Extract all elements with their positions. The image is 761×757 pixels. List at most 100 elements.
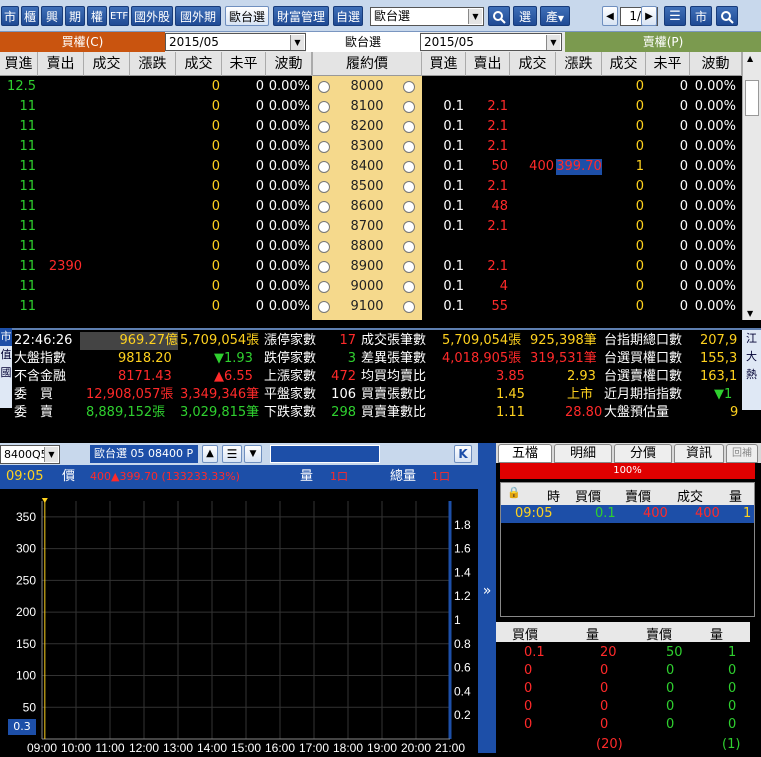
table-row[interactable]: 11 0 0 0.00% 0 0 0.00% 8800 [0, 237, 742, 257]
product-menu-button[interactable]: 產▼ [540, 6, 570, 26]
put-last[interactable] [496, 117, 554, 137]
put-last[interactable] [496, 257, 554, 277]
contract-select[interactable]: 8400Q5.2 ▼ [0, 445, 60, 464]
col-put-volume[interactable]: 成交 [602, 52, 646, 76]
call-iv[interactable]: 0.00% [252, 77, 310, 97]
call-ask[interactable] [24, 157, 82, 177]
table-row[interactable]: 11 0 0 0.00% 0.1 55 0 0 0.00% 9100 [0, 297, 742, 317]
side-tab-value[interactable]: 值 [0, 346, 12, 364]
put-change[interactable] [556, 97, 602, 117]
col-call-bid[interactable]: 買進 [0, 52, 38, 76]
put-change[interactable] [556, 297, 602, 317]
put-last[interactable] [496, 137, 554, 157]
tab-info[interactable]: 資訊 [674, 444, 724, 463]
foreign-stock-button[interactable]: 國外股 [131, 6, 173, 26]
up-arrow-icon[interactable]: ▲ [202, 445, 218, 463]
tab-refill[interactable]: 回補 [726, 444, 758, 463]
call-ask[interactable]: 2390 [24, 257, 82, 277]
table-row[interactable]: 11 0 0 0.00% 0.1 2.1 0 0 0.00% 8100 [0, 97, 742, 117]
put-change[interactable] [556, 217, 602, 237]
market-otc-button[interactable]: 櫃 [21, 6, 39, 26]
put-iv[interactable]: 0.00% [678, 157, 736, 177]
put-iv[interactable]: 0.00% [678, 197, 736, 217]
market-button[interactable]: 市 [690, 6, 712, 26]
table-row[interactable]: 11 0 0 0.00% 0.1 2.1 0 0 0.00% 8200 [0, 117, 742, 137]
side-tab-hot[interactable]: 熱 [742, 366, 761, 384]
put-change[interactable]: 399.70 [556, 159, 602, 175]
settings-list-icon[interactable]: ☰ [664, 6, 686, 26]
call-ask[interactable] [24, 237, 82, 257]
put-change[interactable] [556, 277, 602, 297]
put-change[interactable] [556, 197, 602, 217]
lock-icon[interactable]: 🔒 [507, 486, 521, 499]
put-change[interactable] [556, 177, 602, 197]
tab-five-levels[interactable]: 五檔 [498, 444, 552, 463]
col-call-iv[interactable]: 波動 [266, 52, 312, 76]
call-iv[interactable]: 0.00% [252, 237, 310, 257]
put-iv[interactable]: 0.00% [678, 217, 736, 237]
call-iv[interactable]: 0.00% [252, 257, 310, 277]
list-icon[interactable]: ☰ [222, 445, 242, 463]
side-tab-jiang[interactable]: 江 [742, 330, 761, 348]
call-ask[interactable] [24, 197, 82, 217]
call-ask[interactable] [24, 217, 82, 237]
col-call-change[interactable]: 漲跌 [130, 52, 176, 76]
intraday-chart[interactable]: 09:00 10:00 11:00 12:00 13:00 14:00 15:00 16:00… [0, 489, 478, 755]
put-last[interactable] [496, 237, 554, 257]
table-row[interactable]: 11 0 0 0.00% 0.1 50 400 1 0 0.00% 399.70 8400 [0, 157, 742, 177]
put-last[interactable]: 400 [496, 157, 554, 177]
call-iv[interactable]: 0.00% [252, 277, 310, 297]
list-item[interactable]: 0 0 0 0 [496, 680, 750, 698]
euro-taiwan-options-button[interactable]: 歐台選 [225, 6, 269, 26]
put-iv[interactable]: 0.00% [678, 297, 736, 317]
side-tab-big[interactable]: 大 [742, 348, 761, 366]
put-last[interactable] [496, 77, 554, 97]
call-iv[interactable]: 0.00% [252, 217, 310, 237]
col-call-volume[interactable]: 成交 [176, 52, 222, 76]
scroll-up-icon[interactable]: ▲ [747, 54, 753, 63]
side-tab-market[interactable]: 市 [0, 328, 12, 346]
col-put-ask[interactable]: 賣出 [466, 52, 510, 76]
put-change[interactable] [556, 77, 602, 97]
market-tse-button[interactable]: 市 [1, 6, 19, 26]
market-emerging-button[interactable]: 興 [41, 6, 63, 26]
table-row[interactable]: 11 0 0 0.00% 0.1 2.1 0 0 0.00% 8700 [0, 217, 742, 237]
watchlist-button[interactable]: 自選 [333, 6, 363, 26]
select-button[interactable]: 選 [513, 6, 537, 26]
etf-button[interactable]: ETF [109, 6, 129, 26]
put-change[interactable] [556, 257, 602, 277]
wealth-management-button[interactable]: 財富管理 [273, 6, 329, 26]
col-put-bid[interactable]: 買進 [422, 52, 466, 76]
panel-splitter[interactable]: » [478, 443, 496, 753]
col-put-last[interactable]: 成交 [510, 52, 556, 76]
call-iv[interactable]: 0.00% [252, 297, 310, 317]
call-ask[interactable] [24, 277, 82, 297]
table-row[interactable]: 11 0 0 0.00% 0.1 2.1 0 0 0.00% 8300 [0, 137, 742, 157]
put-last[interactable] [496, 197, 554, 217]
put-last[interactable] [496, 297, 554, 317]
list-item[interactable]: 0 0 0 0 [496, 698, 750, 716]
left-side-tabs[interactable]: 市 值 國 [0, 328, 12, 408]
put-iv[interactable]: 0.00% [678, 177, 736, 197]
put-iv[interactable]: 0.00% [678, 257, 736, 277]
next-page-icon[interactable]: ▶ [641, 6, 657, 26]
col-put-iv[interactable]: 波動 [690, 52, 742, 76]
chevron-down-icon[interactable]: ▼ [244, 445, 262, 463]
call-ask[interactable] [24, 137, 82, 157]
table-row[interactable]: 11 0 0 0.00% 0.1 48 0 0 0.00% 8600 [0, 197, 742, 217]
side-tab-country[interactable]: 國 [0, 364, 12, 382]
put-change[interactable] [556, 137, 602, 157]
put-iv[interactable]: 0.00% [678, 77, 736, 97]
call-ask[interactable] [24, 177, 82, 197]
put-change[interactable] [556, 117, 602, 137]
product-select[interactable]: 歐台選 ▼ [370, 7, 484, 26]
col-strike[interactable]: 履約價 [312, 52, 422, 76]
put-iv[interactable]: 0.00% [678, 277, 736, 297]
chain-scrollbar[interactable]: ▲ ▼ [742, 52, 761, 320]
list-item[interactable]: 0 0 0 0 [496, 662, 750, 680]
call-iv[interactable]: 0.00% [252, 117, 310, 137]
put-last[interactable] [496, 97, 554, 117]
call-iv[interactable]: 0.00% [252, 197, 310, 217]
table-row[interactable]: 12.5 0 0 0.00% 0 0 0.00% 8000 [0, 77, 742, 97]
call-ask[interactable] [24, 77, 82, 97]
